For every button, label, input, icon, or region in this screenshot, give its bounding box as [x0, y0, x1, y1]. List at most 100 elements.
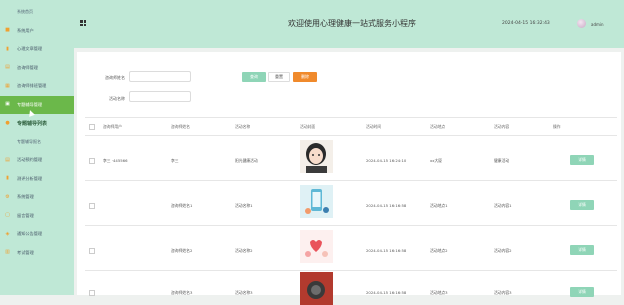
sidebar-item-label: 系统首页 [17, 9, 33, 14]
cell-name: 咨询师姓名1 [171, 203, 193, 208]
doc-icon: ▤ [5, 156, 10, 163]
detail-button[interactable]: 详情 [570, 245, 594, 255]
cell-place: 活动地点1 [430, 203, 448, 208]
detail-button[interactable]: 详情 [570, 200, 594, 210]
col-header-place: 活动地点 [430, 124, 446, 129]
cell-cover-image [300, 140, 333, 173]
cell-time: 2024-04-15 16:24:10 [366, 158, 407, 163]
sidebar-item[interactable]: ■ 系统用户 [0, 22, 74, 40]
row-checkbox[interactable] [89, 203, 95, 209]
sidebar-item-label: 系统用户 [17, 27, 34, 33]
consultant-name-input[interactable] [129, 71, 191, 82]
sidebar-item[interactable]: ● 专题辅导列表 [0, 114, 74, 132]
chart-icon: ▮ [6, 175, 9, 181]
exam-icon: ▥ [5, 249, 10, 255]
pin-icon: ● [5, 119, 10, 126]
sidebar-item[interactable]: ▢ 留言管理 [0, 207, 74, 225]
message-icon: ▢ [5, 212, 10, 218]
sidebar-item[interactable]: ▤ 活动预约管理 [0, 151, 74, 169]
row-divider [85, 225, 617, 226]
cell-content: 活动内容3 [494, 290, 512, 295]
detail-button[interactable]: 详情 [570, 155, 594, 165]
col-header-content: 活动内容 [494, 124, 510, 129]
sidebar-item-label: 专题辅导报名 [17, 138, 41, 144]
cell-activity: 阳光健康活动 [235, 158, 258, 163]
row-checkbox[interactable] [89, 248, 95, 254]
cell-time: 2024-04-15 16:16:58 [366, 248, 407, 253]
sidebar-item-label: 咨询师排班管理 [17, 83, 47, 88]
sidebar-item[interactable]: 专题辅导报名 [0, 133, 74, 151]
cell-content: 活动内容2 [494, 248, 512, 253]
sidebar: 系统首页 ■ 系统用户 ▮ 心理文章管理 ▤ 咨询师管理 ▦ 咨询师排班管理 ▣ 专题辅导管理 ● 专题… [0, 0, 74, 295]
sidebar-item-label: 系统管理 [17, 194, 34, 199]
sidebar-item[interactable]: 系统首页 [0, 3, 74, 21]
consultant-name-label: 咨询师姓名 [105, 75, 125, 80]
reset-button[interactable]: 重置 [268, 72, 290, 82]
content-panel [77, 52, 621, 295]
row-divider [85, 180, 617, 181]
cell-cover-image [300, 230, 333, 263]
cell-place: 活动地点2 [430, 248, 448, 253]
menu-grid-icon[interactable] [80, 20, 86, 26]
activity-name-label: 活动名称 [109, 96, 125, 101]
sidebar-item-label: 专题辅导管理 [17, 101, 43, 107]
cell-time: 2024-04-15 16:16:58 [366, 203, 407, 208]
bell-icon: ◈ [5, 230, 10, 237]
sidebar-item[interactable]: ⚙ 系统管理 [0, 188, 74, 206]
doc-icon: ▤ [5, 64, 10, 70]
delete-button[interactable]: 删除 [293, 72, 317, 82]
cell-cover-image [300, 272, 333, 305]
cell-user: 李三 ·445566 [103, 158, 128, 163]
cell-time: 2024-04-15 16:16:58 [366, 290, 407, 295]
user-icon: ■ [5, 27, 10, 33]
cell-activity: 活动名称3 [235, 290, 253, 295]
cell-name: 咨询师姓名3 [171, 290, 193, 295]
col-header-action: 操作 [553, 124, 561, 129]
col-header-time: 活动时间 [366, 124, 382, 129]
select-all-checkbox[interactable] [89, 124, 95, 130]
row-divider [85, 270, 617, 271]
gear-icon: ⚙ [5, 193, 10, 200]
sidebar-item-label: 留言管理 [17, 212, 34, 218]
chart-icon: ▮ [6, 45, 9, 52]
sidebar-item[interactable]: ▮ 测评分析管理 [0, 170, 74, 188]
avatar[interactable] [577, 19, 586, 28]
cell-name: 咨询师姓名2 [171, 248, 193, 253]
page-title: 欢迎使用心理健康一站式服务小程序 [288, 19, 416, 28]
cell-activity: 活动名称2 [235, 248, 253, 253]
cell-activity: 活动名称1 [235, 203, 253, 208]
sidebar-item-label: 考试管理 [17, 249, 34, 255]
detail-button[interactable]: 详情 [570, 287, 594, 297]
sidebar-item-label: 咨询师管理 [17, 64, 38, 70]
table-top-border [85, 117, 617, 118]
activity-name-input[interactable] [129, 91, 191, 102]
cell-place: 活动地点3 [430, 290, 448, 295]
sidebar-item[interactable]: ▤ 咨询师管理 [0, 59, 74, 77]
sidebar-item-label: 活动预约管理 [17, 157, 43, 162]
col-header-cover: 活动封面 [300, 124, 316, 129]
col-header-activity: 活动名称 [235, 124, 251, 129]
sidebar-item[interactable]: ◈ 通知公告管理 [0, 225, 74, 243]
sidebar-item-label: 测评分析管理 [17, 175, 43, 181]
sidebar-item-label: 专题辅导列表 [17, 120, 48, 127]
sidebar-item[interactable]: ▮ 心理文章管理 [0, 40, 74, 58]
cell-content: 活动内容1 [494, 203, 512, 208]
cell-cover-image [300, 185, 333, 218]
calendar-icon: ▦ [5, 82, 10, 89]
row-checkbox[interactable] [89, 158, 95, 164]
col-header-user: 咨询师用户 [103, 124, 122, 129]
row-checkbox[interactable] [89, 290, 95, 296]
sidebar-item[interactable]: ▣ 专题辅导管理 [0, 95, 74, 114]
folder-icon: ▣ [5, 101, 10, 107]
sidebar-item[interactable]: ▦ 咨询师排班管理 [0, 77, 74, 95]
header-row-border [85, 135, 617, 136]
sidebar-item[interactable]: ▥ 考试管理 [0, 244, 74, 262]
sidebar-item-label: 通知公告管理 [17, 231, 43, 236]
cell-place: xx大厦 [430, 158, 443, 163]
search-button[interactable]: 查询 [242, 72, 266, 82]
cell-name: 李三 [171, 158, 179, 163]
cell-content: 健康活动 [494, 158, 510, 163]
username[interactable]: admin [591, 22, 604, 27]
